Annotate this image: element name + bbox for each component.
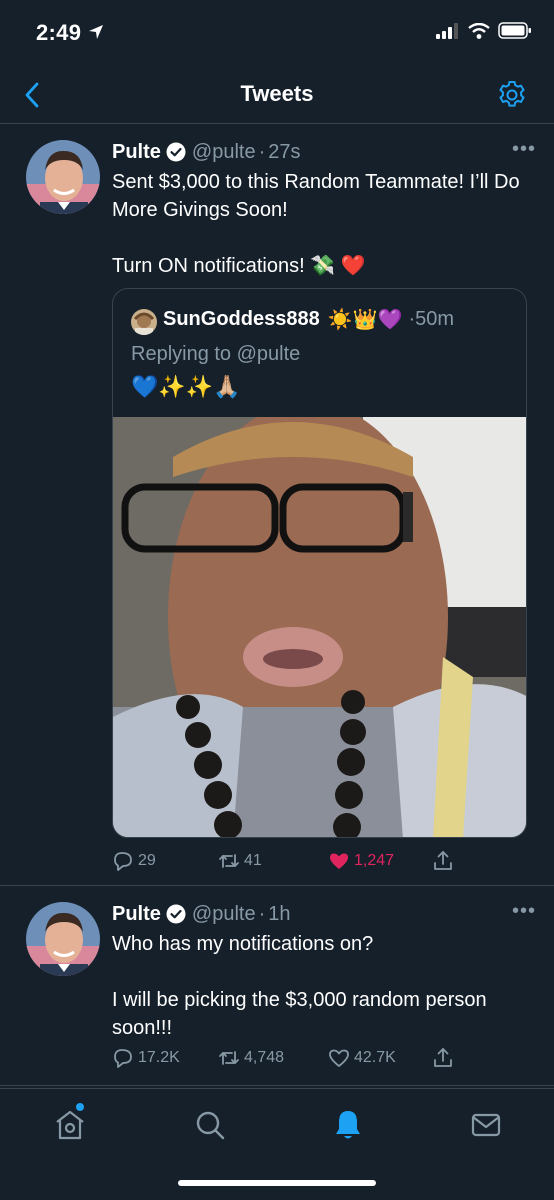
avatar[interactable]: [26, 140, 100, 214]
reply-count: 29: [138, 852, 156, 869]
like-count: 1,247: [354, 852, 395, 869]
more-options-icon[interactable]: •••: [512, 138, 536, 161]
home-indicator: [178, 1180, 376, 1186]
like-count: 42.7K: [354, 1049, 396, 1066]
retweet-count: 41: [244, 852, 262, 869]
like-button[interactable]: 42.7K: [328, 1047, 396, 1069]
status-bar: 2:49: [0, 0, 554, 66]
avatar[interactable]: [26, 902, 100, 976]
reply-count: 17.2K: [138, 1049, 180, 1066]
tweet-actions: 17.2K 4,748 42.7K: [112, 1043, 530, 1073]
wifi-icon: [468, 22, 490, 39]
reply-icon: [114, 1049, 132, 1068]
timestamp: 50m: [415, 307, 455, 330]
location-arrow-icon: [89, 25, 103, 39]
signal-icon: [436, 22, 458, 39]
handle[interactable]: @pulte: [192, 141, 256, 164]
avatar[interactable]: [131, 309, 157, 335]
like-button[interactable]: 1,247: [328, 850, 394, 872]
search-icon[interactable]: [192, 1107, 228, 1143]
quote-tweet[interactable]: SunGoddess888 ☀️👑💜 · 50m Replying to @pu…: [112, 288, 527, 838]
more-options-icon[interactable]: •••: [512, 900, 536, 923]
reply-button[interactable]: 17.2K: [112, 1047, 180, 1069]
status-icons: [436, 22, 532, 39]
handle[interactable]: @pulte: [192, 903, 256, 926]
tweet[interactable]: Pulte @pulte · 1h ••• Who has my notific…: [0, 886, 554, 1086]
verified-badge-icon: [166, 904, 186, 924]
display-name[interactable]: Pulte: [112, 141, 161, 164]
reply-button[interactable]: 29: [112, 850, 156, 872]
share-icon: [434, 1048, 452, 1067]
heart-icon: [330, 853, 348, 869]
retweet-icon: [219, 1051, 239, 1065]
tweet[interactable]: Pulte @pulte · 27s ••• Sent $3,000 to th…: [0, 124, 554, 886]
verified-badge-icon: [166, 142, 186, 162]
status-time: 2:49: [36, 20, 82, 45]
separator: ·: [408, 307, 416, 330]
retweet-button[interactable]: 41: [218, 850, 262, 872]
reply-icon: [114, 852, 132, 871]
separator: ·: [258, 902, 266, 925]
name-emoji: ☀️👑💜: [327, 307, 403, 331]
share-button[interactable]: [432, 850, 454, 872]
timestamp: 1h: [268, 902, 291, 925]
battery-icon: [498, 22, 531, 39]
separator: ·: [258, 140, 266, 163]
replying-to: Replying to @pulte: [131, 343, 300, 366]
tweet-text: Who has my notifications on? I will be p…: [112, 933, 487, 1039]
quote-text: 💙✨✨🙏🏼: [131, 375, 241, 400]
heart-icon: [329, 1049, 349, 1067]
home-icon[interactable]: [52, 1107, 88, 1143]
tweet-header: Pulte @pulte · 1h: [112, 900, 534, 928]
nav-bar: Tweets: [0, 66, 554, 124]
gear-icon[interactable]: [496, 79, 528, 111]
tweet-header: Pulte @pulte · 27s: [112, 138, 534, 166]
tweet-text: Sent $3,000 to this Random Teammate! I’l…: [112, 171, 520, 277]
bell-icon[interactable]: [330, 1107, 366, 1143]
replying-to-mention[interactable]: @pulte: [237, 343, 301, 365]
replying-to-label: Replying to: [131, 343, 237, 365]
display-name[interactable]: Pulte: [112, 903, 161, 926]
retweet-button[interactable]: 4,748: [218, 1047, 284, 1069]
share-icon: [434, 851, 452, 870]
page-title: Tweets: [240, 81, 314, 106]
video-thumbnail[interactable]: [113, 417, 526, 837]
timestamp: 27s: [268, 140, 301, 163]
mail-icon[interactable]: [468, 1107, 504, 1143]
share-button[interactable]: [432, 1047, 454, 1069]
retweet-count: 4,748: [244, 1049, 285, 1066]
retweet-icon: [219, 854, 239, 868]
quote-header: SunGoddess888 ☀️👑💜 · 50m: [163, 307, 454, 331]
new-content-indicator: [76, 1103, 84, 1111]
display-name[interactable]: SunGoddess888: [163, 308, 320, 331]
tweet-actions: 29 41 1,247: [112, 846, 530, 876]
